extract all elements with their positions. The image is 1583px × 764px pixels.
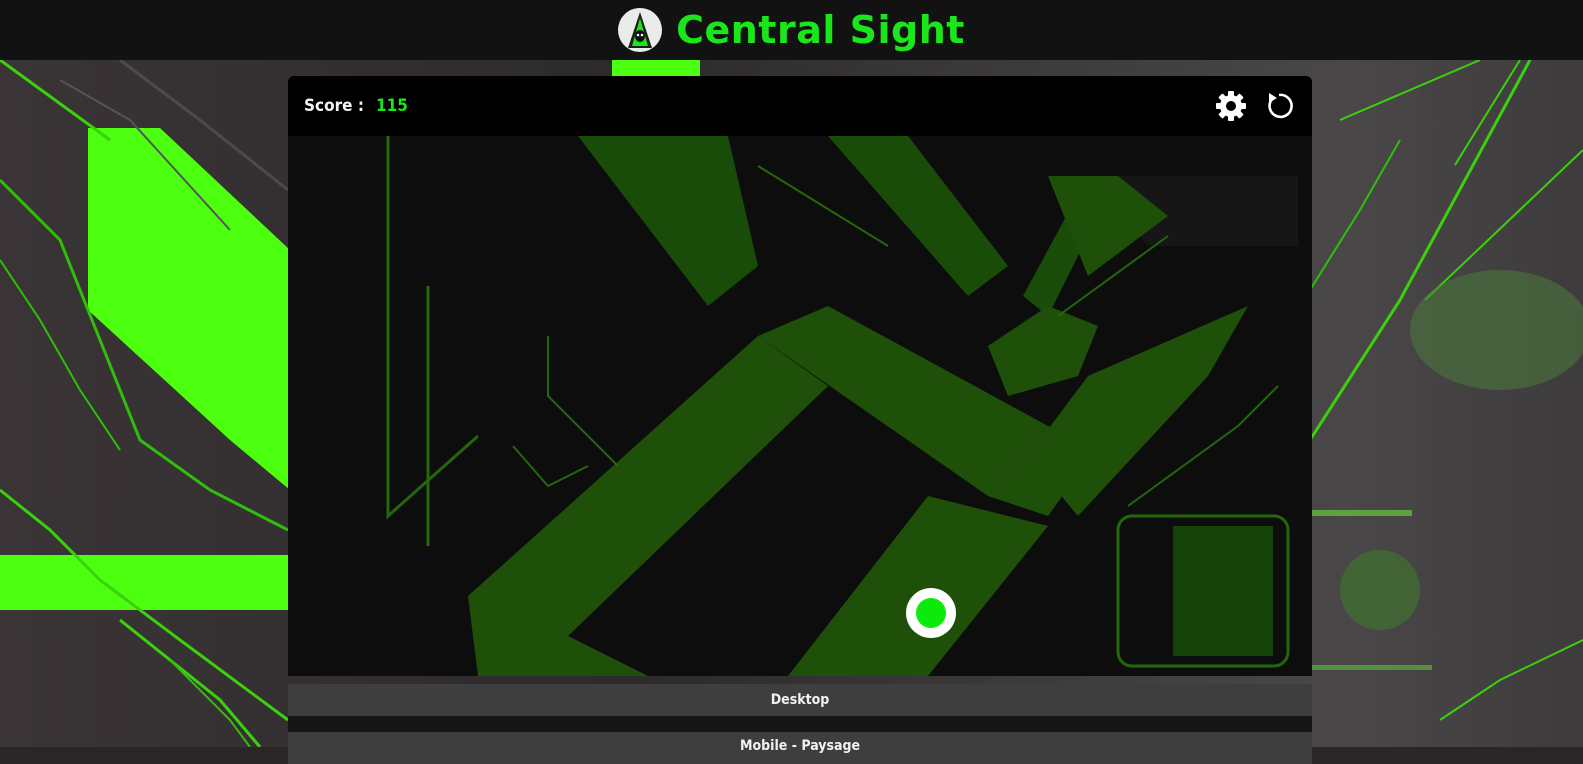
game-topbar: Score : 115 [288,76,1312,136]
game-area[interactable] [288,136,1312,676]
game-panel: Score : 115 Desktop Mobile - Paysage [288,76,1312,764]
game-background-artwork [288,136,1312,676]
green-dot-target-icon[interactable] [906,588,956,638]
mobile-landscape-mode-button[interactable]: Mobile - Paysage [288,732,1312,764]
score-value: 115 [375,96,408,116]
alien-mask-logo-icon[interactable] [618,8,663,52]
site-title: Central Sight [676,8,965,52]
gear-icon[interactable] [1214,89,1248,123]
game-actions [1214,89,1296,123]
mode-buttons-divider [288,716,1312,732]
restart-icon[interactable] [1262,89,1296,123]
desktop-mode-button[interactable]: Desktop [288,684,1312,716]
score-label: Score : [304,96,364,116]
target-center [916,598,946,628]
site-header: Central Sight [0,0,1583,60]
